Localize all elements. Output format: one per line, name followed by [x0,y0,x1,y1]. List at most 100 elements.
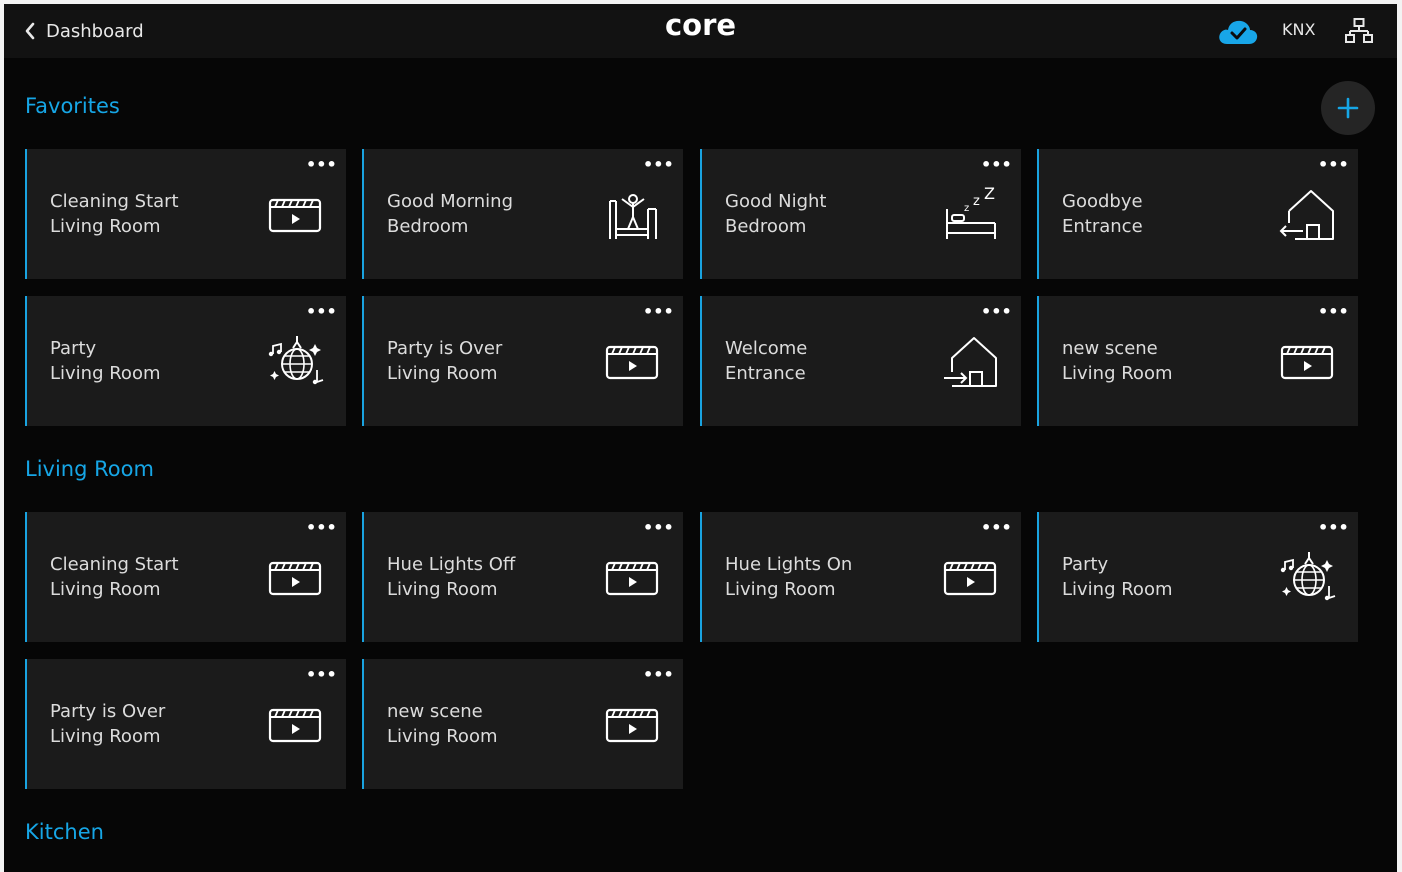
scene-room: Living Room [50,726,161,747]
scene-name: Party [1062,554,1109,575]
plus-icon [1337,97,1359,119]
more-options-button[interactable]: ••• [1318,157,1349,177]
scene-room: Entrance [725,363,806,384]
scene-text: Party is Over Living Room [387,336,502,386]
scene-room: Living Room [387,726,498,747]
more-options-button[interactable]: ••• [981,520,1012,540]
scene-text: Good Morning Bedroom [387,189,513,239]
scene-name: Party is Over [50,701,166,722]
scene-card[interactable]: Party Living Room ••• [1037,512,1358,642]
scene-card[interactable]: Good Night Bedroom ••• z z Z [700,149,1021,279]
network-button[interactable] [1344,17,1374,49]
scene-text: Hue Lights Off Living Room [387,552,515,602]
more-options-button[interactable]: ••• [643,667,674,687]
scene-name: new scene [387,701,483,722]
house-exit-icon [1275,187,1339,243]
scene-name: Cleaning Start [50,554,179,575]
scene-room: Living Room [387,363,498,384]
svg-text:Z: Z [984,187,995,203]
more-options-button[interactable]: ••• [306,304,337,324]
scene-text: Welcome Entrance [725,336,807,386]
scene-room: Living Room [725,579,836,600]
scene-text: Good Night Bedroom [725,189,826,239]
clapperboard-icon [263,550,327,606]
scene-text: Cleaning Start Living Room [50,552,179,602]
more-options-button[interactable]: ••• [306,667,337,687]
scene-room: Entrance [1062,216,1143,237]
scene-room: Living Room [50,579,161,600]
more-options-button[interactable]: ••• [1318,520,1349,540]
scene-name: Hue Lights On [725,554,853,575]
scene-card[interactable]: Hue Lights Off Living Room ••• [362,512,683,642]
more-options-button[interactable]: ••• [1318,304,1349,324]
more-options-button[interactable]: ••• [306,157,337,177]
scene-room: Bedroom [387,216,469,237]
scene-card[interactable]: new scene Living Room ••• [1037,296,1358,426]
network-icon [1345,18,1373,43]
scene-card[interactable]: new scene Living Room ••• [362,659,683,789]
clapperboard-icon [600,334,664,390]
scene-name: Good Night [725,191,827,212]
add-scene-button[interactable] [1321,81,1375,135]
clapperboard-icon [263,187,327,243]
scene-name: Party is Over [387,338,503,359]
more-options-button[interactable]: ••• [643,520,674,540]
scene-name: new scene [1062,338,1158,359]
cloud-check-icon [1219,20,1258,44]
scene-name: Hue Lights Off [387,554,516,575]
top-bar: Dashboard core KNX [4,4,1397,58]
scene-card[interactable]: Hue Lights On Living Room ••• [700,512,1021,642]
scene-text: Cleaning Start Living Room [50,189,179,239]
scene-card[interactable]: Cleaning Start Living Room ••• [25,149,346,279]
brand-logo: core [664,8,737,42]
sleep-bed-icon: zzZ [938,184,1002,243]
clapperboard-icon [263,697,327,753]
svg-text:z: z [964,203,969,214]
scene-card[interactable]: Party is Over Living Room ••• [25,659,346,789]
house-enter-icon [938,334,1002,390]
cloud-status-button[interactable] [1217,18,1259,50]
clapperboard-icon [1275,334,1339,390]
svg-text:z: z [973,194,980,209]
more-options-button[interactable]: ••• [981,304,1012,324]
knx-label[interactable]: KNX [1282,20,1315,39]
wake-up-bed-icon [600,187,664,243]
scene-card[interactable]: Good Morning Bedroom ••• [362,149,683,279]
scene-text: new scene Living Room [1062,336,1173,386]
disco-ball-icon [1275,550,1339,606]
more-options-button[interactable]: ••• [643,157,674,177]
more-options-button[interactable]: ••• [643,304,674,324]
scene-card[interactable]: Party Living Room ••• [25,296,346,426]
section-title-living-room: Living Room [25,457,154,481]
app-window: Dashboard core KNX Favorites Cleaning St… [4,4,1397,872]
scene-room: Living Room [1062,579,1173,600]
scene-name: Goodbye [1062,191,1143,212]
scene-text: new scene Living Room [387,699,498,749]
scene-card[interactable]: Cleaning Start Living Room ••• [25,512,346,642]
scene-room: Living Room [50,216,161,237]
scene-room: Living Room [50,363,161,384]
scene-card[interactable]: Welcome Entrance ••• [700,296,1021,426]
scene-name: Welcome [725,338,808,359]
section-title-favorites: Favorites [25,94,120,118]
scene-name: Good Morning [387,191,513,212]
scene-room: Living Room [387,579,498,600]
scene-name: Party [50,338,97,359]
scene-room: Bedroom [725,216,807,237]
scene-text: Goodbye Entrance [1062,189,1143,239]
clapperboard-icon [600,550,664,606]
more-options-button[interactable]: ••• [306,520,337,540]
section-title-kitchen: Kitchen [25,820,104,844]
scene-text: Party is Over Living Room [50,699,165,749]
scene-card[interactable]: Party is Over Living Room ••• [362,296,683,426]
disco-ball-icon [263,334,327,390]
scene-card[interactable]: Goodbye Entrance ••• [1037,149,1358,279]
scene-text: Hue Lights On Living Room [725,552,852,602]
scene-text: Party Living Room [50,336,161,386]
scene-room: Living Room [1062,363,1173,384]
scene-name: Cleaning Start [50,191,179,212]
clapperboard-icon [938,550,1002,606]
clapperboard-icon [600,697,664,753]
scene-text: Party Living Room [1062,552,1173,602]
more-options-button[interactable]: ••• [981,157,1012,177]
